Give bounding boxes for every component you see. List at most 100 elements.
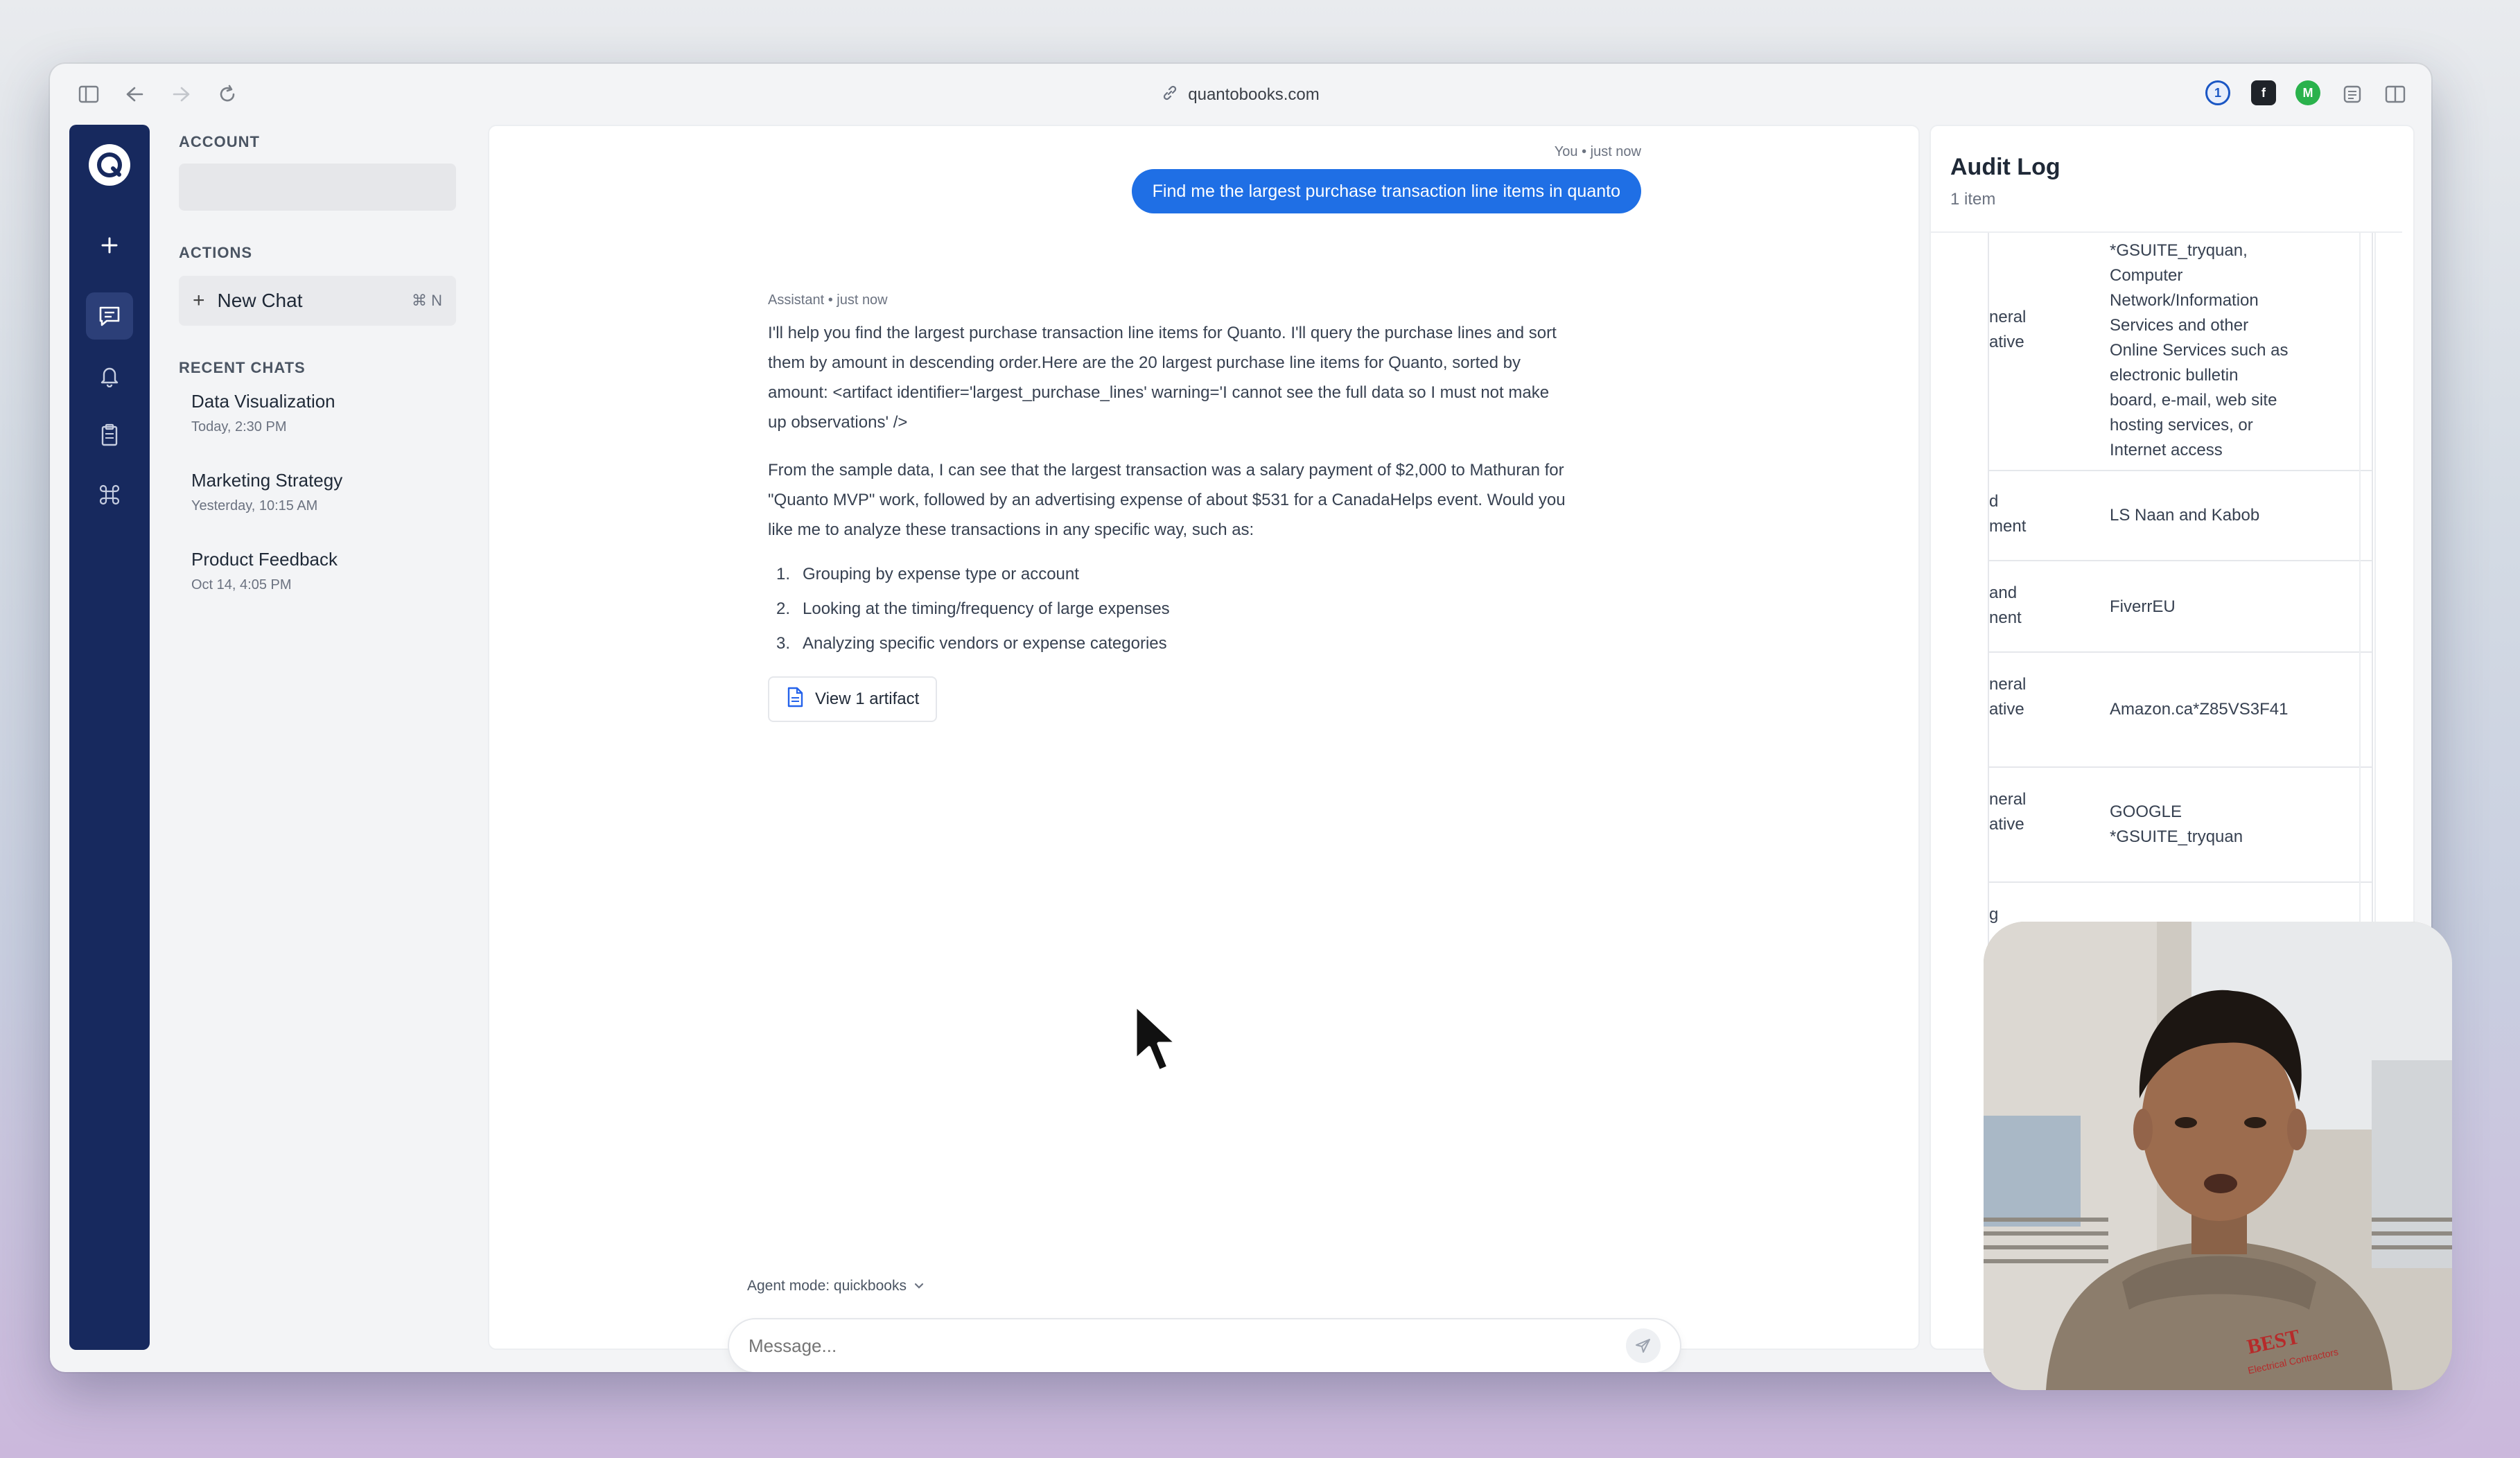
paragraph-line: "Quanto MVP" work, followed by an advert… <box>768 491 1566 509</box>
browser-toolbar: quantobooks.com 1 f M <box>50 64 2431 126</box>
paragraph-line: them by amount in descending order.Here … <box>768 353 1521 372</box>
vendor-cell: GOOGLE *GSUITE_tryquan <box>2110 800 2345 850</box>
recent-chats-label: RECENT CHATS <box>179 359 306 376</box>
recent-chat-item[interactable]: Marketing Strategy Yesterday, 10:15 AM <box>179 470 511 514</box>
audit-log-count: 1 item <box>1950 190 1996 209</box>
vendor-text: *GSUITE_tryquan <box>2110 827 2243 846</box>
paragraph-line: amount: <artifact identifier='largest_pu… <box>768 383 1550 402</box>
category-text: ment <box>1989 517 2027 536</box>
vendor-text: Computer <box>2110 266 2183 285</box>
m-extension-icon[interactable]: M <box>2295 80 2320 105</box>
vendor-cell: FiverrEU <box>2110 597 2176 616</box>
paragraph-line: From the sample data, I can see that the… <box>768 461 1564 480</box>
category-cell: and nent <box>1989 581 2058 631</box>
audit-table: neral ative GOOGLE *GSUITE_tryquan, Comp… <box>1988 233 2373 1021</box>
fx-extension-icon[interactable]: f <box>2251 80 2276 105</box>
recent-chat-title: Product Feedback <box>191 549 338 570</box>
password-manager-icon[interactable]: 1 <box>2205 80 2230 105</box>
new-chat-shortcut: ⌘ N <box>412 292 442 309</box>
category-text: ative <box>1989 333 2024 351</box>
url-text: quantobooks.com <box>1188 85 1320 104</box>
assistant-message: Assistant • just now I'll help you find … <box>768 292 1641 722</box>
reader-icon[interactable] <box>2337 79 2368 109</box>
plus-icon: + <box>193 289 205 312</box>
table-row: neral ative GOOGLE *GSUITE_tryquan <box>1989 768 2372 883</box>
recent-chats-list: Data Visualization Today, 2:30 PM Market… <box>179 391 511 593</box>
clipboard-icon[interactable] <box>86 412 133 459</box>
vendor-text: Services and other <box>2110 316 2249 335</box>
assistant-message-meta: Assistant • just now <box>768 292 888 308</box>
chats-icon[interactable] <box>86 292 133 340</box>
table-row: neral ative Amazon.ca*Z85VS3F41 <box>1989 653 2372 768</box>
new-chat-rail-icon[interactable] <box>86 222 133 269</box>
recent-chat-item[interactable]: Product Feedback Oct 14, 4:05 PM <box>179 549 511 593</box>
vendor-text: hosting services, or <box>2110 416 2253 434</box>
send-button[interactable] <box>1626 1328 1661 1363</box>
category-text: and <box>1989 583 2018 602</box>
send-icon <box>1636 1339 1650 1353</box>
link-icon <box>1162 85 1178 106</box>
table-row: neral ative GOOGLE *GSUITE_tryquan, Comp… <box>1989 233 2372 471</box>
left-panel: ACCOUNT ACTIONS + New Chat ⌘ N RECENT CH… <box>179 133 511 593</box>
message-composer <box>728 1318 1681 1372</box>
list-item-text: Grouping by expense type or account <box>803 565 1079 583</box>
notifications-icon[interactable] <box>86 352 133 399</box>
account-label: ACCOUNT <box>179 133 260 150</box>
presenter-video <box>1984 922 2452 1390</box>
account-selector[interactable] <box>179 164 456 211</box>
agent-mode-label: Agent mode: quickbooks <box>747 1278 907 1294</box>
category-text: ative <box>1989 815 2024 834</box>
view-artifact-label: View 1 artifact <box>815 690 920 708</box>
vendor-cell: LS Naan and Kabob <box>2110 506 2260 525</box>
recent-chat-title: Marketing Strategy <box>191 470 343 491</box>
vendor-text: GOOGLE <box>2110 802 2182 821</box>
vendor-cell: GOOGLE *GSUITE_tryquan, Computer Network… <box>2110 233 2345 463</box>
table-row: and nent FiverrEU <box>1989 561 2372 653</box>
category-text: d <box>1989 492 1999 511</box>
cursor-arrow-icon <box>1133 1003 1179 1073</box>
message-input[interactable] <box>749 1335 1626 1357</box>
category-cell: neral ative <box>1989 787 2058 837</box>
paragraph-line: I'll help you find the largest purchase … <box>768 324 1557 342</box>
audit-log-title: Audit Log <box>1950 154 2060 180</box>
user-message-meta: You • just now <box>1554 144 1641 159</box>
list-item: 1. Grouping by expense type or account <box>768 557 1641 592</box>
vendor-text: board, e-mail, web site <box>2110 391 2277 410</box>
list-item: 2. Looking at the timing/frequency of lar… <box>768 592 1641 626</box>
category-text: neral <box>1989 308 2027 326</box>
category-cell: neral ative <box>1989 305 2058 355</box>
view-artifact-button[interactable]: View 1 artifact <box>768 676 938 722</box>
vendor-text: Network/Information <box>2110 291 2259 310</box>
vendor-text: GOOGLE <box>2110 233 2345 238</box>
app-logo[interactable] <box>89 144 130 186</box>
new-chat-button[interactable]: + New Chat ⌘ N <box>179 276 456 326</box>
category-text: neral <box>1989 675 2027 694</box>
recent-chat-time: Yesterday, 10:15 AM <box>191 498 318 513</box>
paragraph-line: up observations' /> <box>768 413 908 432</box>
assistant-paragraph-2: From the sample data, I can see that the… <box>768 455 1641 545</box>
user-message-bubble: Find me the largest purchase transaction… <box>1131 169 1641 213</box>
vendor-cell: Amazon.ca*Z85VS3F41 <box>2110 700 2289 719</box>
category-cell: d ment <box>1989 489 2058 539</box>
suggestion-list: 1. Grouping by expense type or account 2.… <box>768 557 1641 661</box>
recent-chat-time: Today, 2:30 PM <box>191 419 287 434</box>
document-icon <box>786 687 804 712</box>
chat-panel: You • just now Find me the largest purch… <box>488 125 1920 1372</box>
list-item: 3. Analyzing specific vendors or expense … <box>768 626 1641 661</box>
recent-chat-item[interactable]: Data Visualization Today, 2:30 PM <box>179 391 511 435</box>
webcam-overlay: BEST Electrical Contractors <box>1984 922 2452 1390</box>
category-cell: neral ative <box>1989 672 2058 722</box>
agent-mode-selector[interactable]: Agent mode: quickbooks <box>747 1278 925 1294</box>
category-text: neral <box>1989 790 2027 809</box>
command-icon[interactable] <box>86 471 133 518</box>
split-view-icon[interactable] <box>2380 79 2410 109</box>
recent-chat-time: Oct 14, 4:05 PM <box>191 577 292 592</box>
vendor-text: *GSUITE_tryquan, <box>2110 241 2248 260</box>
vendor-text: Online Services such as <box>2110 341 2289 360</box>
table-row: d ment LS Naan and Kabob <box>1989 471 2372 561</box>
new-chat-label: New Chat <box>217 290 303 311</box>
address-bar[interactable]: quantobooks.com <box>50 79 2431 111</box>
category-text: ative <box>1989 700 2024 719</box>
chevron-down-icon <box>913 1278 925 1294</box>
actions-label: ACTIONS <box>179 244 252 261</box>
